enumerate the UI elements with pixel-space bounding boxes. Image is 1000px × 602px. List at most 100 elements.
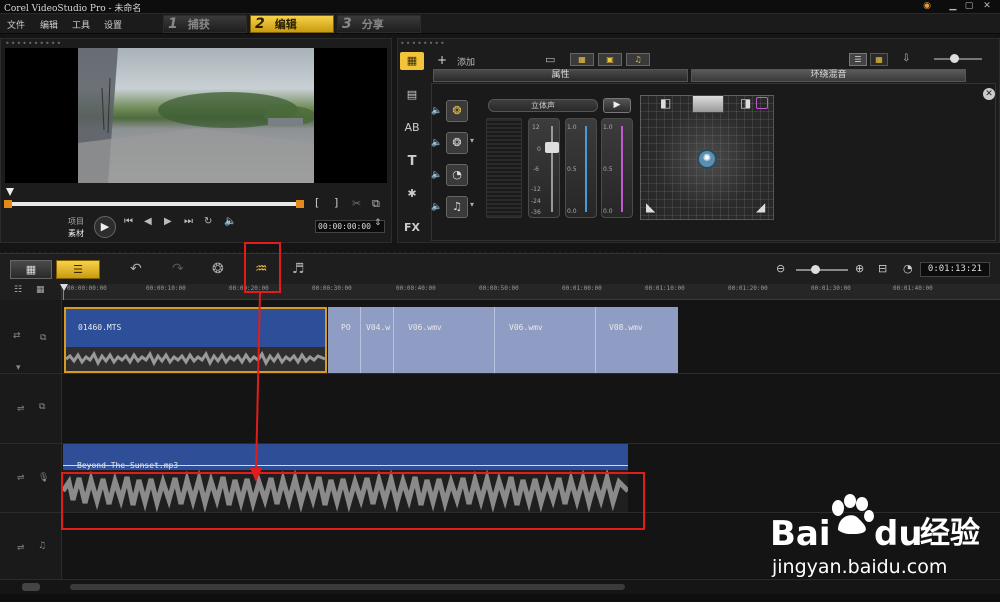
mixer-video-track-icon[interactable]: ❂ [446, 100, 468, 122]
mark-out-icon[interactable]: ] [334, 196, 338, 209]
maximize-icon[interactable]: ▢ [962, 1, 976, 12]
fit-project-icon[interactable]: ⊟ [878, 262, 887, 275]
mixer-play-button[interactable]: ▶ [603, 98, 631, 113]
step-edit[interactable]: 2 编辑 [250, 15, 334, 33]
track-lock-icon[interactable]: ⇌ [17, 543, 25, 553]
dropdown-icon[interactable]: ▾ [470, 200, 474, 209]
zoom-out-icon[interactable]: ⊖ [776, 262, 785, 275]
zoom-slider-knob[interactable] [950, 54, 959, 63]
speaker-icon[interactable]: 🔈 [431, 106, 442, 116]
scroll-left-icon[interactable] [22, 583, 40, 591]
video-track-icon: ⧉ [40, 333, 47, 343]
annotation-arrow [250, 291, 262, 482]
baidu-watermark: Bai du 经验 jingyan.baidu.com [770, 492, 995, 582]
collapse-icon[interactable]: ▾ [16, 363, 21, 373]
sort-icon[interactable]: ⇩ [902, 53, 910, 64]
enlarge-icon[interactable]: ⧉ [372, 197, 380, 211]
auto-music-icon[interactable]: ♬ [292, 259, 305, 279]
show-photo-icon[interactable]: ▣ [598, 53, 622, 66]
add-icon[interactable]: + [437, 53, 447, 67]
timeline-zoom-slider[interactable] [796, 269, 848, 271]
zoom-in-icon[interactable]: ⊕ [855, 262, 864, 275]
timeline-ruler[interactable] [62, 284, 1000, 300]
ruler-label: 00:01:30:00 [811, 285, 851, 292]
menu-file[interactable]: 文件 [7, 18, 25, 31]
volume-icon[interactable]: 🔈 [224, 216, 236, 227]
step-share[interactable]: 3 分享 [337, 15, 421, 33]
tab-surround-mixer[interactable]: 环绕混音 [691, 69, 966, 82]
cut-icon[interactable]: ✂ [352, 197, 361, 210]
chapter-cue-icon[interactable]: ▦ [36, 285, 45, 295]
fx-icon[interactable]: FX [401, 219, 423, 237]
media-icon[interactable]: ▦ [400, 52, 424, 70]
close-options-icon[interactable]: ✕ [983, 88, 995, 100]
subwoofer-icon[interactable] [756, 97, 768, 109]
track-lock-icon[interactable]: ⇌ [17, 404, 25, 414]
track-lock-icon[interactable]: ⇌ [17, 473, 25, 483]
graphic-icon[interactable]: ✱ [401, 185, 423, 203]
record-capture-icon[interactable]: ❂ [212, 259, 224, 279]
next-frame-icon[interactable]: ▶ [164, 216, 172, 227]
stereo-mode-label[interactable]: 立体声 [488, 99, 598, 112]
volume-knob[interactable] [545, 142, 559, 153]
panel-grip[interactable]: •••••••• [400, 39, 446, 48]
horizontal-scrollbar[interactable] [70, 584, 625, 590]
video-clip-group[interactable] [328, 307, 678, 373]
speaker-icon[interactable]: 🔈 [431, 202, 442, 212]
sound-position-knob[interactable]: ✺ [697, 149, 717, 169]
scrub-handle-icon[interactable] [6, 188, 14, 196]
menu-edit[interactable]: 编辑 [40, 18, 58, 31]
volume-track [551, 126, 553, 212]
timeline-view-icon[interactable]: ☰ [56, 260, 100, 279]
play-button[interactable]: ▶ [94, 216, 116, 238]
minimize-icon[interactable]: ▁ [946, 1, 960, 12]
mixer-overlay-track-icon[interactable]: ❂ [446, 132, 468, 154]
close-window-icon[interactable]: ✕ [980, 1, 994, 12]
menu-settings[interactable]: 设置 [104, 18, 122, 31]
end-icon[interactable]: ⏭ [184, 216, 193, 227]
scrub-bar[interactable] [8, 202, 300, 206]
thumbnail-view-icon[interactable]: ▦ [870, 53, 888, 66]
mixer-music-track-icon[interactable]: ♫ [446, 196, 468, 218]
storyboard-view-icon[interactable]: ▦ [10, 260, 52, 279]
duration-clock-icon[interactable]: ◔ [903, 262, 913, 275]
title-ab-icon[interactable]: AB [401, 119, 423, 137]
front-right-speaker-icon: ◨ [740, 96, 752, 110]
speaker-icon[interactable]: 🔈 [431, 170, 442, 180]
mark-out-handle[interactable] [296, 200, 304, 208]
mode-clip-label[interactable]: 素材 [68, 228, 84, 239]
repeat-icon[interactable]: ↻ [204, 216, 212, 227]
clip-divider [494, 307, 495, 373]
track-link-icon[interactable]: ⇄ [13, 331, 21, 341]
dropdown-icon[interactable]: ▾ [470, 136, 474, 145]
mode-project-label[interactable]: 项目 [68, 216, 84, 227]
undo-icon[interactable]: ↶ [130, 259, 142, 279]
home-icon[interactable]: ⏮ [124, 216, 133, 227]
panel-grip[interactable]: •••••••••• [5, 39, 62, 48]
clip-name: V04.w [366, 323, 391, 332]
timecode-stepper-icon[interactable]: ⇕ [374, 218, 382, 228]
volume-envelope-line[interactable] [63, 465, 628, 466]
folder-icon[interactable]: ▭ [545, 53, 555, 66]
tab-properties[interactable]: 属性 [433, 69, 688, 82]
project-duration[interactable]: 0:01:13:21 [920, 262, 990, 277]
track-manager-icon[interactable]: ☷ [14, 285, 22, 295]
prev-frame-icon[interactable]: ◀ [144, 216, 152, 227]
mixer-voice-track-icon[interactable]: ◔ [446, 164, 468, 186]
mark-in-handle[interactable] [4, 200, 12, 208]
step-capture[interactable]: 1 捕获 [163, 15, 247, 33]
overlay-track[interactable] [62, 374, 1000, 444]
redo-icon[interactable]: ↷ [172, 259, 184, 279]
list-view-icon[interactable]: ☰ [849, 53, 867, 66]
add-label[interactable]: 添加 [457, 55, 475, 68]
show-audio-icon[interactable]: ♫ [626, 53, 650, 66]
speaker-icon[interactable]: 🔈 [431, 138, 442, 148]
video-icon[interactable]: ▤ [401, 86, 423, 104]
show-video-icon[interactable]: ▦ [570, 53, 594, 66]
text-t-icon[interactable]: T [401, 153, 423, 171]
clip-name: V08.wmv [609, 323, 643, 332]
mark-in-icon[interactable]: [ [315, 196, 319, 209]
timeline-zoom-knob[interactable] [811, 265, 820, 274]
playhead-icon[interactable] [60, 284, 68, 291]
menu-tools[interactable]: 工具 [72, 18, 90, 31]
